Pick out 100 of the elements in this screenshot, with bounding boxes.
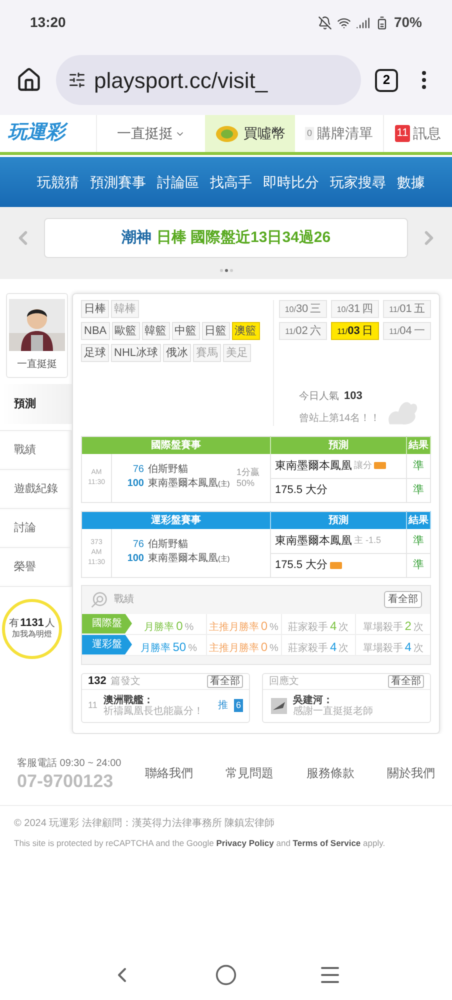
prediction: 東南墨爾本鳳凰	[275, 534, 352, 548]
team-score: 100	[126, 552, 144, 566]
url-text: playsport.cc/visit_	[94, 66, 268, 95]
prediction: 175.5 大分	[275, 558, 328, 573]
side-menu-item[interactable]: 榮譽	[0, 547, 72, 587]
rank-text: 曾站上第14名！！	[299, 412, 380, 426]
sport-tag[interactable]: 日棒	[81, 300, 109, 318]
popularity-label: 今日人氣	[299, 390, 339, 404]
stat-label: 主推月勝率	[208, 642, 259, 656]
sport-tag[interactable]: 歐籃	[112, 322, 140, 340]
stat-unit: %	[184, 620, 194, 634]
column-header: 預測	[270, 511, 406, 529]
home-icon[interactable]	[16, 67, 42, 93]
sport-tag[interactable]: 足球	[81, 344, 109, 362]
footer-link[interactable]: 聯絡我們	[145, 764, 193, 782]
team-score: 76	[132, 538, 144, 552]
view-all-button[interactable]: 看全部	[207, 674, 243, 688]
site-settings-icon[interactable]	[68, 71, 86, 89]
prediction: 東南墨爾本鳳凰	[275, 458, 352, 474]
expert-name: 潮神	[121, 228, 152, 248]
stat-value: 4	[330, 638, 337, 656]
reply-author: 吳建河：	[293, 694, 334, 706]
record-row-label: 運彩盤	[82, 634, 132, 654]
address-bar[interactable]: playsport.cc/visit_	[56, 55, 361, 105]
fans-suffix: 人	[44, 618, 55, 629]
sport-tag[interactable]: NHL冰球	[111, 344, 162, 362]
sport-tag[interactable]: 日籃	[202, 322, 230, 340]
messages-link[interactable]: 訊息	[413, 123, 442, 144]
fans-caption: 加我為明燈	[12, 630, 52, 639]
date-tab[interactable]: 11/03 日	[331, 322, 379, 340]
service-hours: 客服電話 09:30 ~ 24:00	[17, 756, 122, 770]
user-menu[interactable]: 一直挺挺	[97, 115, 205, 152]
stat-value: 0	[260, 618, 268, 634]
nav-link[interactable]: 找高手	[210, 172, 252, 192]
post-number: 11	[88, 698, 98, 712]
prediction: 175.5 大分	[275, 482, 328, 498]
sport-tag[interactable]: 俄冰	[163, 344, 192, 362]
footer-link[interactable]: 關於我們	[386, 764, 435, 782]
stat-label: 主推月勝率	[208, 620, 259, 634]
nav-link[interactable]: 玩競猜	[37, 172, 79, 192]
carousel-banner[interactable]: 潮神 日棒 國際盤近13日34過26	[44, 218, 408, 258]
posts-label: 篇發文	[110, 674, 140, 688]
sport-tag[interactable]: 澳籃	[232, 322, 260, 340]
date-tab[interactable]: 10/30 三	[279, 300, 327, 318]
result-cell: 準	[406, 553, 430, 577]
stat-value: 4	[330, 618, 337, 634]
footer-link[interactable]: 服務條款	[306, 764, 354, 782]
stat-unit: %	[188, 642, 197, 656]
result-cell: 準	[406, 478, 430, 502]
cart-count: 0	[304, 126, 314, 140]
push-count: 6	[234, 698, 243, 712]
side-menu-item[interactable]: 戰績	[0, 430, 72, 470]
date-tab[interactable]: 10/31 四	[331, 300, 379, 318]
sport-tag[interactable]: NBA	[81, 322, 110, 340]
column-header: 運彩盤賽事	[82, 511, 270, 529]
team-score: 76	[132, 463, 144, 478]
view-all-button[interactable]: 看全部	[388, 674, 424, 688]
stat-label: 月勝率	[144, 620, 174, 634]
buy-coins-button[interactable]: 買噓幣	[205, 115, 295, 152]
banner-text: 日棒 國際盤近13日34過26	[156, 228, 331, 248]
date-tab[interactable]: 11/04 一	[383, 322, 431, 340]
recaptcha-notice: This site is protected by reCAPTCHA and the Google Privacy Policy and Terms of Service apply.	[14, 836, 386, 850]
sport-tag[interactable]: 中籃	[172, 322, 200, 340]
copyright-text: © 2024 玩運彩 法律顧問：漢英得力法律事務所 陳鎮宏律師	[14, 816, 276, 830]
target-icon	[90, 590, 108, 608]
stat-label: 單場殺手	[362, 642, 403, 656]
nav-link[interactable]: 討論區	[157, 172, 199, 192]
fans-bulb[interactable]: 有1131人 加我為明燈	[2, 599, 62, 659]
view-all-button[interactable]: 看全部	[384, 591, 422, 608]
battery-level: 70%	[394, 13, 422, 32]
team-name: 伯斯野貓	[148, 463, 188, 478]
stat-value: 4	[404, 638, 412, 656]
footer-link[interactable]: 常見問題	[226, 764, 274, 782]
stat-unit: 次	[413, 620, 424, 634]
stat-value: 0	[176, 618, 183, 634]
stat-label: 月勝率	[140, 642, 171, 656]
prediction-detail: 讓分	[354, 459, 372, 472]
result-cell: 準	[406, 454, 430, 478]
nav-link[interactable]: 數據	[397, 172, 425, 192]
nav-link[interactable]: 玩家搜尋	[330, 172, 386, 192]
nav-link[interactable]: 預測賽事	[90, 172, 146, 192]
date-tab[interactable]: 11/01 五	[383, 300, 431, 318]
popularity-count: 103	[344, 389, 362, 404]
status-time: 13:20	[30, 13, 66, 32]
prediction-detail: 主 -1.5	[354, 534, 382, 547]
stat-value: 2	[404, 618, 412, 634]
stat-unit: %	[270, 620, 278, 634]
cart-link[interactable]: 購牌清單	[317, 123, 373, 144]
date-tab[interactable]: 11/02 六	[279, 322, 327, 340]
stat-unit: 次	[338, 642, 349, 656]
stat-unit: %	[270, 642, 278, 656]
home-button-icon[interactable]	[214, 964, 237, 986]
sport-tag[interactable]: 韓籃	[142, 322, 170, 340]
nav-link[interactable]: 即時比分	[263, 172, 319, 192]
column-header: 結果	[406, 436, 430, 454]
post-count: 132	[88, 674, 106, 689]
stat-value: 0	[260, 638, 268, 656]
game-note: 1分贏	[236, 466, 261, 478]
tab-count-button[interactable]: 2	[375, 68, 398, 92]
post-author: 澳洲戰艦：	[103, 694, 154, 706]
